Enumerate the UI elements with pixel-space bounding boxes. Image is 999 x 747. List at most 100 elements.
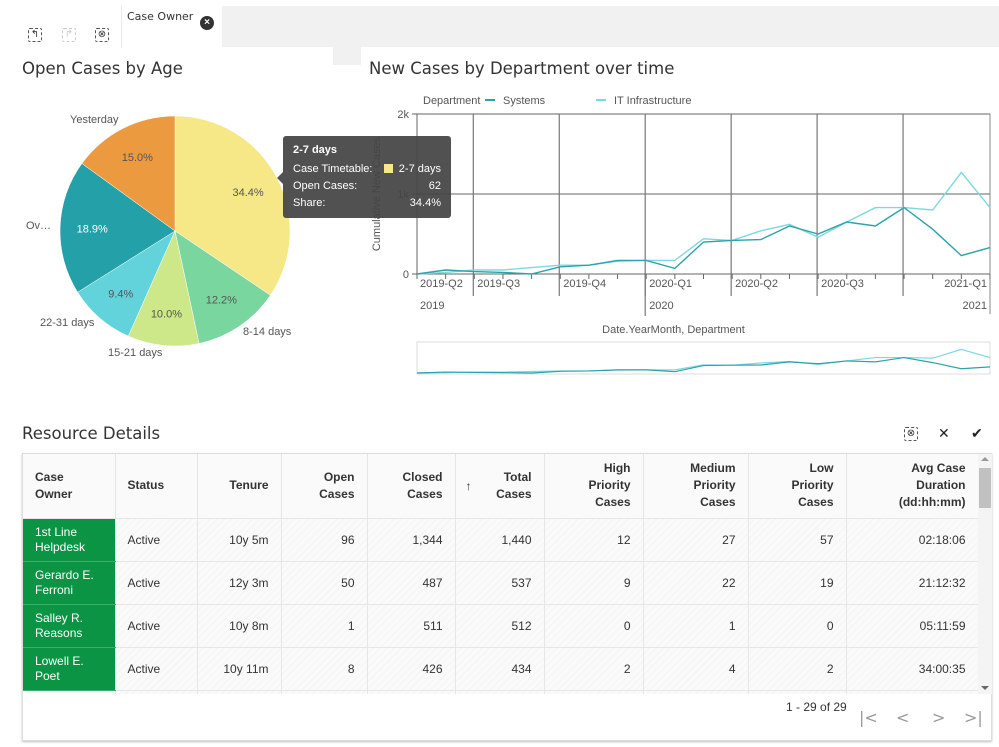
column-header[interactable]: Case Owner: [23, 454, 116, 519]
column-header-label: Priority: [791, 478, 834, 493]
filter-tab-case-owner[interactable]: Case Owner ×: [121, 6, 222, 48]
column-header-label: Open: [323, 469, 355, 484]
undo-icon[interactable]: ↰: [28, 28, 42, 42]
case-owner-name: Salley R.: [35, 610, 84, 625]
tooltip-swatch: [383, 164, 393, 174]
tooltip-row: Case Timetable: 2-7 days: [293, 160, 441, 177]
vertical-scrollbar[interactable]: [978, 454, 992, 694]
redo-icon: ↱: [62, 28, 76, 42]
column-header-label: Total: [503, 469, 532, 484]
total-cell: 1,440: [455, 518, 545, 562]
status-cell: Active: [115, 647, 198, 691]
tooltip-title: 2-7 days: [293, 144, 338, 156]
column-header[interactable]: Open Cases: [281, 454, 368, 519]
duration-cell: 02:18:06: [846, 518, 979, 562]
confirm-icon[interactable]: ✔: [971, 426, 983, 440]
column-header-label: Tenure: [229, 478, 269, 493]
pie-value-label: 9.4%: [108, 289, 133, 301]
column-header-label: Owner: [35, 486, 73, 501]
clear-selection-icon[interactable]: ⊗: [95, 28, 109, 42]
column-header-label: Avg Case: [911, 461, 966, 476]
legend-item-label[interactable]: IT Infrastructure: [614, 95, 691, 107]
sort-ascending-icon: ↑: [465, 479, 472, 493]
column-header[interactable]: Status: [115, 454, 198, 519]
resource-table: Case Owner Status Tenure Open Cases Closed Case…: [23, 454, 979, 734]
closed-cell: 1,344: [367, 518, 456, 562]
scroll-down-arrow[interactable]: [981, 686, 989, 690]
x-year-label: 2021: [963, 300, 987, 312]
y-tick-label: 0: [403, 269, 409, 281]
scroll-up-arrow[interactable]: [981, 457, 989, 461]
closed-cell: 426: [367, 647, 456, 691]
column-header[interactable]: High Priority Cases: [544, 454, 644, 519]
case-owner-cell[interactable]: Salley R. Reasons: [23, 604, 116, 648]
clear-selection-icon[interactable]: ⊗: [904, 427, 918, 441]
pie-value-label: 10.0%: [151, 308, 182, 320]
table-row[interactable]: Salley R. Reasons Active 10y 8m 1 511 512 0 1 0 05…: [23, 604, 979, 648]
column-header-label: Cases: [700, 495, 736, 510]
series-line-it-infrastructure[interactable]: [416, 171, 991, 275]
column-header-label: Closed: [402, 469, 443, 484]
column-header-label: Cases: [798, 495, 834, 510]
column-header[interactable]: Medium Priority Cases: [643, 454, 749, 519]
case-owner-cell[interactable]: Gerardo E. Ferroni: [23, 561, 116, 605]
tab-strip-notch: [333, 47, 361, 65]
closed-cell: 487: [367, 561, 456, 605]
x-quarter-label: 2020-Q1: [649, 278, 692, 290]
pie-category-label: 22-31 days: [40, 317, 95, 329]
next-page-button[interactable]: >: [932, 710, 945, 726]
legend-title: Department: [423, 95, 480, 107]
x-year-label: 2019: [420, 300, 444, 312]
open-cell: 1: [281, 604, 368, 648]
table-row[interactable]: Lowell E. Poet Active 10y 11m 8 426 434 2 4 2 34:0…: [23, 647, 979, 691]
column-header[interactable]: ↑ Total Cases: [455, 454, 545, 519]
tooltip-row: Share: 34.4%: [293, 194, 441, 211]
tenure-cell: 12y 3m: [197, 561, 282, 605]
open-cell: 8: [281, 647, 368, 691]
series-line-systems[interactable]: [416, 206, 991, 275]
duration-cell: 21:12:32: [846, 561, 979, 605]
column-header-label: Case: [35, 469, 64, 484]
column-header-label: Cases: [595, 495, 631, 510]
tenure-cell: 10y 11m: [197, 647, 282, 691]
closed-cell: 511: [367, 604, 456, 648]
case-owner-cell[interactable]: 1st Line Helpdesk: [23, 518, 116, 562]
case-owner-name: Poet: [35, 668, 60, 683]
column-header[interactable]: Tenure: [197, 454, 282, 519]
pie-chart[interactable]: 34.4% 12.2% 8-14 days 10.0% 15-21 days 9.4% 22…: [0, 90, 360, 380]
status-cell: Active: [115, 518, 198, 562]
cancel-icon[interactable]: ✕: [938, 426, 950, 440]
column-header[interactable]: Low Priority Cases: [748, 454, 847, 519]
line-chart[interactable]: 01k2kCumulative New Cases2019-Q22019-Q32…: [360, 85, 999, 385]
x-quarter-label: 2019-Q2: [420, 278, 463, 290]
prev-page-button[interactable]: <: [896, 710, 909, 726]
case-owner-name: Lowell E.: [35, 653, 84, 668]
table-row[interactable]: Gerardo E. Ferroni Active 12y 3m 50 487 537 9 22…: [23, 561, 979, 605]
page-info: 1 - 29 of 29: [786, 700, 847, 714]
case-owner-cell[interactable]: Lowell E. Poet: [23, 647, 116, 691]
last-page-button[interactable]: >|: [964, 710, 983, 726]
case-owner-name: Reasons: [35, 625, 83, 640]
case-owner-name: Helpdesk: [35, 539, 86, 554]
scroll-thumb[interactable]: [979, 468, 991, 508]
first-page-button[interactable]: |<: [859, 710, 878, 726]
medium-cell: 22: [643, 561, 749, 605]
case-owner-name: Gerardo E.: [35, 567, 94, 582]
x-quarter-label: 2019-Q4: [563, 278, 606, 290]
tooltip-value: 2-7 days: [398, 162, 441, 175]
close-circle-icon[interactable]: ×: [200, 16, 214, 30]
column-header-label: Priority: [693, 478, 736, 493]
pie-widget-title: Open Cases by Age: [22, 59, 183, 78]
case-owner-name: Ferroni: [35, 582, 74, 597]
table-row[interactable]: 1st Line Helpdesk Active 10y 5m 96 1,344 1,440…: [23, 518, 979, 562]
x-axis-title: Date.YearMonth, Department: [602, 324, 745, 336]
low-cell: 2: [748, 647, 847, 691]
x-quarter-label: 2020-Q2: [735, 278, 778, 290]
legend-item-label[interactable]: Systems: [503, 95, 546, 107]
column-header[interactable]: Avg Case Duration (dd:hh:mm): [846, 454, 979, 519]
medium-cell: 4: [643, 647, 749, 691]
pie-category-label: Yesterday: [70, 114, 119, 126]
column-header[interactable]: Closed Cases: [367, 454, 456, 519]
medium-cell: 1: [643, 604, 749, 648]
duration-cell: 34:00:35: [846, 647, 979, 691]
